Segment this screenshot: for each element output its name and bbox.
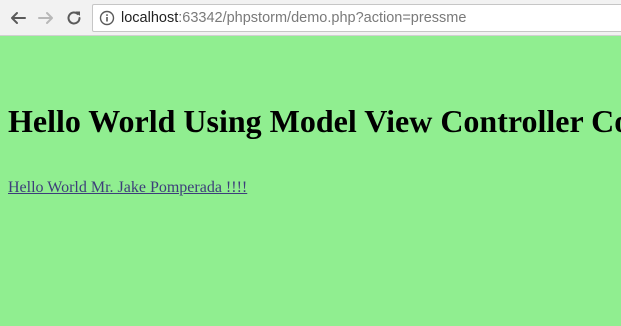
browser-toolbar: localhost:63342/phpstorm/demo.php?action… [0,0,621,36]
url-path: :63342/phpstorm/demo.php?action=pressme [178,10,467,26]
page-viewport: Hello World Using Model View Controller … [0,36,621,326]
address-bar[interactable]: localhost:63342/phpstorm/demo.php?action… [92,4,621,32]
greeting-link[interactable]: Hello World Mr. Jake Pomperada !!!! [8,179,247,197]
page-heading: Hello World Using Model View Controller … [8,103,621,139]
url-host: localhost [121,10,179,26]
reload-button[interactable] [63,7,85,29]
back-arrow-icon [11,12,26,24]
forward-arrow-icon [38,12,53,24]
reload-icon [67,11,81,25]
info-icon[interactable] [99,10,115,26]
back-button[interactable] [7,7,29,29]
forward-button[interactable] [35,7,57,29]
